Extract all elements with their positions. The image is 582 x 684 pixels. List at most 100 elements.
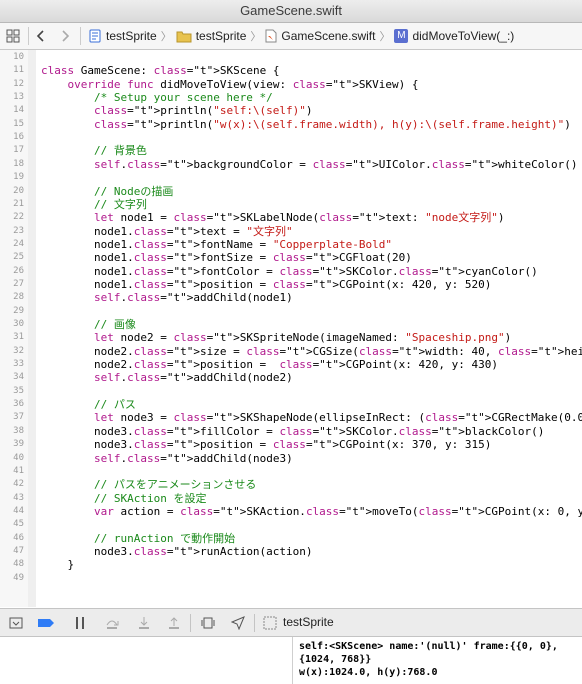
code-line[interactable]: 24 node1.class="t">fontName = "Copperpla… [0,238,582,251]
breadcrumb-project[interactable]: testSprite [106,29,157,43]
code-text: node2.class="t">size = class="t">CGSize(… [41,344,582,358]
code-line[interactable]: 14 class="t">println("self:\(self)") [0,104,582,117]
line-number: 49 [13,572,24,583]
line-number: 20 [13,185,24,196]
code-line[interactable]: 22 let node1 = class="t">SKLabelNode(cla… [0,211,582,224]
line-number: 28 [13,292,24,303]
step-over-icon[interactable] [102,613,122,633]
code-text: node1.class="t">text = "文字列" [41,224,293,238]
code-line[interactable]: 37 let node3 = class="t">SKShapeNode(ell… [0,411,582,424]
breadcrumb-separator-icon: 〉 [379,31,391,43]
back-arrow-icon[interactable] [36,23,46,49]
code-text: // パスをアニメーションさせる [93,478,257,492]
view-hierarchy-icon[interactable] [198,613,218,633]
code-text: let node1 = class="t">SKLabelNode(class=… [93,211,505,225]
code-line[interactable]: 18 self.class="t">backgroundColor = clas… [0,158,582,171]
code-line[interactable]: 38 node3.class="t">fillColor = class="t"… [0,425,582,438]
breadcrumb-method[interactable]: didMoveToView(_:) [412,29,514,43]
code-text: node1.class="t">position = class="t">CGP… [41,277,492,291]
code-line[interactable]: 10 [0,51,582,64]
code-line[interactable]: 33 node2.class="t">position = class="t">… [0,358,582,371]
code-line[interactable]: 27 node1.class="t">position = class="t">… [0,278,582,291]
code-line[interactable]: 16 [0,131,582,144]
line-number: 13 [13,92,24,103]
code-line[interactable]: 11 class GameScene: class="t">SKScene { [0,64,582,77]
code-text: // 画像 [93,318,136,331]
code-line[interactable]: 44 var action = class="t">SKAction.class… [0,505,582,518]
code-line[interactable]: 47 node3.class="t">runAction(action) [0,545,582,558]
line-number: 48 [13,559,24,570]
line-number: 38 [13,425,24,436]
code-line[interactable]: 40 self.class="t">addChild(node3) [0,452,582,465]
code-line[interactable]: 31 let node2 = class="t">SKSpriteNode(im… [0,331,582,344]
code-line[interactable]: 20 // Nodeの描画 [0,185,582,198]
variables-view[interactable] [0,637,293,684]
code-line[interactable]: 42 // パスをアニメーションさせる [0,478,582,491]
code-line[interactable]: 17 // 背景色 [0,144,582,157]
code-text: node1.class="t">fontSize = class="t">CGF… [41,251,412,265]
code-line[interactable]: 26 node1.class="t">fontColor = class="t"… [0,265,582,278]
line-number: 31 [13,332,24,343]
code-line[interactable]: 19 [0,171,582,184]
step-into-icon[interactable] [134,613,154,633]
breadcrumb-group[interactable]: testSprite [196,29,247,43]
divider [28,27,29,45]
location-icon[interactable] [228,613,248,633]
code-line[interactable]: 46 // runAction で動作開始 [0,532,582,545]
code-line[interactable]: 43 // SKAction を設定 [0,492,582,505]
breadcrumb-separator-icon: 〉 [160,31,172,43]
code-line[interactable]: 34 self.class="t">addChild(node2) [0,371,582,384]
code-line[interactable]: 12 override func didMoveToView(view: cla… [0,78,582,91]
code-text: // runAction で動作開始 [93,531,236,545]
line-number: 45 [13,519,24,530]
code-line[interactable]: 15 class="t">println("w(x):\(self.frame.… [0,118,582,131]
breakpoints-toggle-icon[interactable] [36,613,56,633]
line-number: 10 [13,52,24,62]
code-line[interactable]: 28 self.class="t">addChild(node1) [0,291,582,304]
code-line[interactable]: 30 // 画像 [0,318,582,331]
code-line[interactable]: 23 node1.class="t">text = "文字列" [0,225,582,238]
line-number: 14 [13,105,24,116]
breadcrumb: testSprite 〉 testSprite 〉 GameScene.swif… [88,23,514,49]
breadcrumb-separator-icon: 〉 [250,31,262,43]
code-line[interactable]: 25 node1.class="t">fontSize = class="t">… [0,251,582,264]
line-number: 15 [13,118,24,129]
code-line[interactable]: 21 // 文字列 [0,198,582,211]
code-line[interactable]: 32 node2.class="t">size = class="t">CGSi… [0,345,582,358]
code-text: class="t">println("w(x):\(self.frame.wid… [93,117,571,131]
code-text: } [41,558,75,572]
line-number: 18 [13,158,24,169]
line-number: 21 [13,198,24,209]
code-line[interactable]: 49 [0,572,582,585]
code-line[interactable]: 13 /* Setup your scene here */ [0,91,582,104]
hide-debug-area-icon[interactable] [6,613,26,633]
code-line[interactable]: 35 [0,385,582,398]
line-number: 33 [13,359,24,370]
debug-target-label[interactable]: testSprite [283,609,334,636]
pause-icon[interactable] [70,613,90,633]
line-number: 36 [13,399,24,410]
code-text: // Nodeの描画 [93,184,174,198]
code-text: self.class="t">addChild(node2) [93,371,293,385]
code-text: self.class="t">addChild(node1) [93,291,293,305]
step-out-icon[interactable] [164,613,184,633]
code-editor[interactable]: 10 11 class GameScene: class="t">SKScene {… [0,50,582,607]
code-line[interactable]: 36 // パス [0,398,582,411]
code-text: class GameScene: class="t">SKScene { [41,64,280,78]
forward-arrow-icon[interactable] [60,23,70,49]
code-line[interactable]: 41 [0,465,582,478]
code-text: node1.class="t">fontColor = class="t">SK… [41,264,538,278]
swift-file-icon [265,29,277,43]
line-number: 46 [13,532,24,543]
code-line[interactable]: 48 } [0,558,582,571]
code-text: override func didMoveToView(view: class=… [67,77,419,91]
line-number: 35 [13,385,24,396]
breadcrumb-file[interactable]: GameScene.swift [281,29,375,43]
code-line[interactable]: 45 [0,518,582,531]
code-line[interactable]: 29 [0,305,582,318]
line-number: 39 [13,439,24,450]
related-items-icon[interactable] [6,23,20,49]
code-line[interactable]: 39 node3.class="t">position = class="t">… [0,438,582,451]
code-text: // SKAction を設定 [93,491,207,505]
line-number: 30 [13,319,24,329]
